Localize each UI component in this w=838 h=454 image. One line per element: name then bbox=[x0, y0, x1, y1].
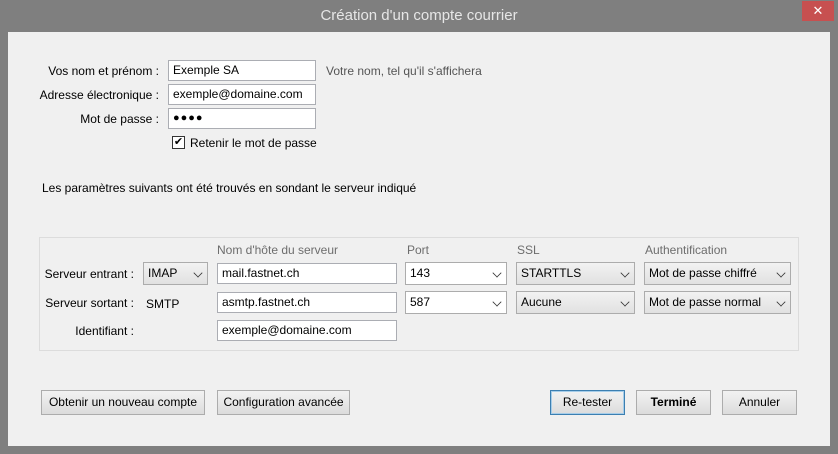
remember-password-checkbox[interactable]: ✔ bbox=[172, 136, 185, 149]
outgoing-ssl-select[interactable]: Aucune bbox=[516, 291, 635, 314]
incoming-ssl-value: STARTTLS bbox=[521, 266, 582, 280]
chevron-down-icon bbox=[620, 268, 630, 278]
incoming-protocol-value: IMAP bbox=[148, 266, 178, 280]
column-auth: Authentification bbox=[645, 243, 728, 257]
column-port: Port bbox=[407, 243, 430, 257]
outgoing-auth-select[interactable]: Mot de passe normal bbox=[644, 291, 791, 314]
incoming-auth-select[interactable]: Mot de passe chiffré bbox=[644, 262, 791, 285]
done-button[interactable]: Terminé bbox=[636, 390, 711, 415]
incoming-auth-value: Mot de passe chiffré bbox=[649, 266, 757, 280]
dialog-content: Vos nom et prénom : Exemple SA Votre nom… bbox=[8, 32, 830, 446]
name-input[interactable]: Exemple SA bbox=[168, 60, 316, 81]
incoming-port-value: 143 bbox=[410, 266, 431, 280]
email-label: Adresse électronique : bbox=[39, 88, 159, 102]
chevron-down-icon bbox=[776, 297, 786, 307]
outgoing-port-value: 587 bbox=[410, 295, 431, 309]
incoming-protocol-select[interactable]: IMAP bbox=[143, 262, 208, 285]
chevron-down-icon bbox=[492, 297, 502, 307]
incoming-server-label: Serveur entrant : bbox=[44, 267, 134, 281]
server-settings-group: Nom d'hôte du serveur Port SSL Authentif… bbox=[39, 237, 799, 351]
chevron-down-icon bbox=[620, 297, 630, 307]
outgoing-auth-value: Mot de passe normal bbox=[649, 295, 762, 309]
checkmark-icon: ✔ bbox=[173, 136, 184, 148]
chevron-down-icon bbox=[776, 268, 786, 278]
identifier-input[interactable]: exemple@domaine.com bbox=[217, 320, 397, 341]
outgoing-ssl-value: Aucune bbox=[521, 295, 562, 309]
password-input[interactable]: ●●●● bbox=[168, 108, 316, 129]
advanced-config-button[interactable]: Configuration avancée bbox=[217, 390, 350, 415]
incoming-port-select[interactable]: 143 bbox=[405, 262, 507, 285]
retest-button[interactable]: Re-tester bbox=[550, 390, 625, 415]
column-ssl: SSL bbox=[517, 243, 540, 257]
outgoing-hostname-input[interactable]: asmtp.fastnet.ch bbox=[217, 292, 397, 313]
window-title: Création d'un compte courrier bbox=[320, 7, 518, 24]
outgoing-protocol: SMTP bbox=[146, 297, 180, 311]
incoming-ssl-select[interactable]: STARTTLS bbox=[516, 262, 635, 285]
incoming-hostname-input[interactable]: mail.fastnet.ch bbox=[217, 263, 397, 284]
outgoing-server-label: Serveur sortant : bbox=[45, 296, 134, 310]
email-input[interactable]: exemple@domaine.com bbox=[168, 84, 316, 105]
identifier-label: Identifiant : bbox=[75, 324, 134, 338]
chevron-down-icon bbox=[193, 268, 203, 278]
found-settings-message: Les paramètres suivants ont été trouvés … bbox=[42, 181, 417, 195]
name-label: Vos nom et prénom : bbox=[48, 64, 159, 78]
close-icon: ✕ bbox=[812, 3, 824, 18]
new-account-button[interactable]: Obtenir un nouveau compte bbox=[41, 390, 205, 415]
title-bar[interactable]: Création d'un compte courrier ✕ bbox=[0, 0, 838, 32]
close-button[interactable]: ✕ bbox=[802, 1, 834, 21]
password-label: Mot de passe : bbox=[80, 112, 159, 126]
chevron-down-icon bbox=[492, 268, 502, 278]
column-hostname: Nom d'hôte du serveur bbox=[217, 243, 339, 257]
name-hint: Votre nom, tel qu'il s'affichera bbox=[326, 64, 482, 78]
outgoing-port-select[interactable]: 587 bbox=[405, 291, 507, 314]
remember-password-label[interactable]: Retenir le mot de passe bbox=[190, 136, 317, 150]
account-setup-dialog: Création d'un compte courrier ✕ Vos nom … bbox=[0, 0, 838, 454]
cancel-button[interactable]: Annuler bbox=[722, 390, 797, 415]
